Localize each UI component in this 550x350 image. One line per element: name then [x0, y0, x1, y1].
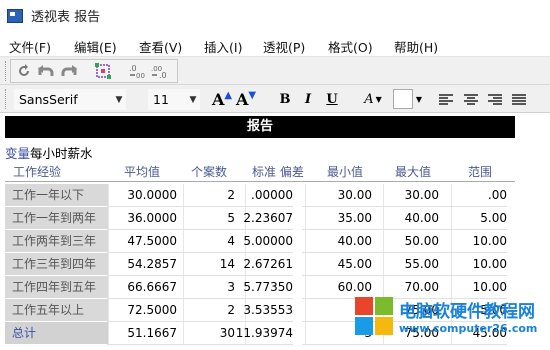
- color-dropdown-button[interactable]: ▼: [414, 89, 424, 110]
- menu-pivot[interactable]: 透视(P): [263, 37, 305, 56]
- watermark-logo: [355, 297, 395, 337]
- font-size-value: 11: [153, 92, 169, 107]
- grow-font-button[interactable]: A ▲: [211, 89, 233, 110]
- max-cell: 40.00: [369, 207, 439, 230]
- sd-cell: 5.00000: [223, 230, 293, 253]
- table-row: 工作一年以下 30.0000 2.00000 30.00 30.00.00: [5, 184, 515, 207]
- sd-cell: 2.23607: [223, 207, 293, 230]
- menu-bar: 文件(F) 编辑(E) 查看(V) 插入(I) 透视(P) 格式(O) 帮助(H…: [0, 31, 550, 57]
- sd-cell: 3.53553: [223, 299, 293, 322]
- bold-button[interactable]: B: [277, 89, 293, 110]
- sd-cell: 5.77350: [223, 276, 293, 299]
- arrow-up-icon: ▲: [224, 89, 233, 101]
- grow-font-label: A: [211, 90, 225, 109]
- range-cell: 5.00: [437, 207, 507, 230]
- sd-cell: 2.67261: [223, 253, 293, 276]
- text-color-button[interactable]: A ▼: [360, 89, 386, 110]
- window-title: 透视表 报告: [31, 10, 101, 25]
- column-header-n: 个案数: [191, 165, 228, 179]
- watermark-title: 电脑软硬件教程网: [399, 302, 535, 322]
- range-cell: 10.00: [437, 253, 507, 276]
- toolbar-grip[interactable]: [5, 61, 8, 81]
- color-swatch[interactable]: [393, 89, 413, 109]
- sd-cell: 11.93974: [223, 322, 293, 345]
- menu-format[interactable]: 格式(O): [328, 37, 373, 56]
- row-label: 工作一年到两年: [5, 207, 108, 230]
- watermark: 电脑软硬件教程网 www.computer26.com: [355, 293, 545, 345]
- chevron-down-icon: ▼: [375, 95, 382, 104]
- undo-icon[interactable]: [13, 60, 35, 82]
- standard-toolbar: .0 00 .00.0: [0, 57, 550, 85]
- underline-button[interactable]: U: [324, 89, 340, 110]
- app-icon: [7, 8, 23, 23]
- row-label: 总计: [5, 322, 108, 345]
- text-color-label: A: [364, 92, 374, 107]
- table-row: 工作一年到两年 36.0000 5 2.23607 35.00 40.00 5.00: [5, 207, 515, 230]
- redo-icon[interactable]: [58, 60, 80, 82]
- min-cell: 40.00: [302, 230, 372, 253]
- align-right-icon[interactable]: [486, 89, 504, 110]
- menu-help[interactable]: 帮助(H): [394, 37, 438, 56]
- max-cell: 55.00: [369, 253, 439, 276]
- chevron-down-icon: ▼: [189, 94, 197, 105]
- font-family-value: SansSerif: [19, 92, 78, 107]
- svg-text:.0: .0: [159, 71, 167, 80]
- column-header-range: 范围: [468, 165, 493, 179]
- sd-cell: .00000: [223, 184, 293, 207]
- variable-name: 每小时薪水: [30, 146, 93, 161]
- font-size-select[interactable]: 11 ▼: [148, 89, 200, 110]
- format-toolbar: SansSerif ▼ 11 ▼ A ▲ A ▼ B I U A ▼ ▼: [0, 85, 550, 113]
- range-cell: 10.00: [437, 230, 507, 253]
- row-label: 工作一年以下: [5, 184, 108, 207]
- title-bar: 透视表 报告: [0, 0, 550, 31]
- column-header-sd: 标准 偏差: [252, 165, 304, 179]
- min-cell: 30.00: [302, 184, 372, 207]
- min-cell: 35.00: [302, 207, 372, 230]
- row-label: 工作五年以上: [5, 299, 108, 322]
- column-header-mean: 平均值: [124, 165, 161, 179]
- max-cell: 30.00: [369, 184, 439, 207]
- format-toolbar-grip[interactable]: [5, 89, 8, 109]
- variable-label: 变量: [5, 146, 31, 161]
- table-row: 工作两年到三年 47.5000 4 5.00000 40.00 50.00 10.00: [5, 230, 515, 253]
- justify-icon[interactable]: [510, 89, 528, 110]
- column-header-min: 最小值: [327, 165, 364, 179]
- row-label: 工作四年到五年: [5, 276, 108, 299]
- table-header: 工作经验 平均值 个案数 标准 偏差 最小值 最大值 范围: [5, 160, 515, 182]
- arrow-down-icon: ▼: [248, 89, 257, 101]
- max-cell: 50.00: [369, 230, 439, 253]
- pivot-icon[interactable]: [92, 60, 114, 82]
- font-family-select[interactable]: SansSerif ▼: [14, 89, 126, 110]
- menu-view[interactable]: 查看(V): [139, 37, 182, 56]
- row-label: 工作两年到三年: [5, 230, 108, 253]
- row-label: 工作三年到四年: [5, 253, 108, 276]
- decrease-decimal-icon[interactable]: .0 00: [127, 60, 149, 82]
- increase-decimal-icon[interactable]: .00.0: [149, 60, 171, 82]
- range-cell: .00: [437, 184, 507, 207]
- menu-edit[interactable]: 编辑(E): [74, 37, 117, 56]
- chevron-down-icon: ▼: [115, 94, 123, 105]
- column-header-experience: 工作经验: [13, 165, 62, 179]
- svg-text:00: 00: [136, 72, 145, 80]
- undo-back-icon[interactable]: [35, 60, 57, 82]
- table-row: 工作三年到四年 54.2857 14 2.67261 45.00 55.00 10.00: [5, 253, 515, 276]
- watermark-url: www.computer26.com: [399, 322, 538, 335]
- menu-file[interactable]: 文件(F): [9, 37, 51, 56]
- italic-button[interactable]: I: [300, 89, 316, 110]
- column-header-max: 最大值: [395, 165, 432, 179]
- menu-insert[interactable]: 插入(I): [204, 37, 242, 56]
- shrink-font-label: A: [235, 90, 249, 109]
- report-title: 报告: [5, 116, 515, 138]
- align-center-icon[interactable]: [462, 89, 480, 110]
- min-cell: 45.00: [302, 253, 372, 276]
- shrink-font-button[interactable]: A ▼: [235, 89, 257, 110]
- align-left-icon[interactable]: [437, 89, 455, 110]
